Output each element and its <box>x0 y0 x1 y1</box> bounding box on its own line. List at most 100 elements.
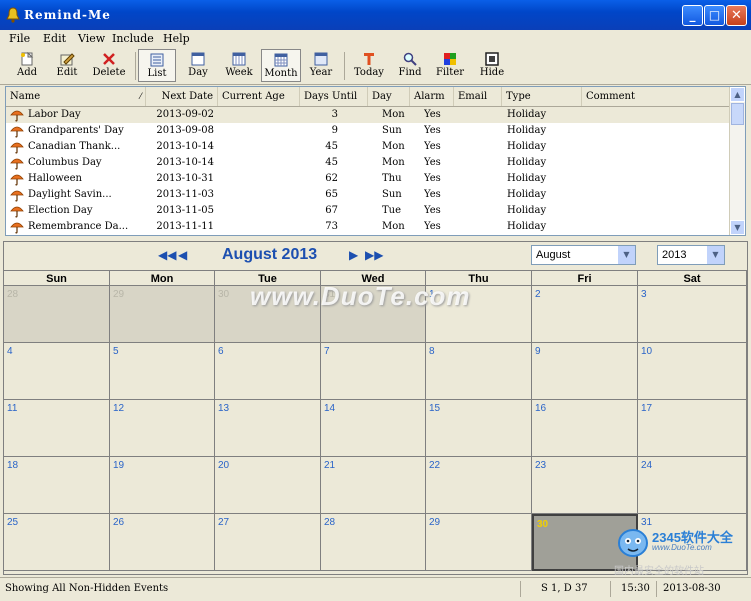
table-row[interactable]: Election Day 2013-11-05 67 Tue Yes Holiday <box>6 203 731 219</box>
cell-date: 2013-11-05 <box>156 205 214 216</box>
table-row[interactable]: Columbus Day 2013-10-14 45 Mon Yes Holiday <box>6 155 731 171</box>
week-view-button[interactable]: Week <box>220 49 258 82</box>
day-cell[interactable]: 9 <box>532 343 638 400</box>
table-row[interactable]: Daylight Savin... 2013-11-03 65 Sun Yes Holid… <box>6 187 731 203</box>
next-year-button[interactable]: ▶▶ <box>365 248 383 262</box>
cell-name: Halloween <box>28 173 82 184</box>
column-type[interactable]: Type <box>502 87 582 106</box>
column-day[interactable]: Day <box>368 87 410 106</box>
menu-view[interactable]: View <box>78 32 105 45</box>
day-cell[interactable]: 16 <box>532 400 638 457</box>
table-row[interactable]: Labor Day 2013-09-02 3 Mon Yes Holiday <box>6 107 731 123</box>
event-list[interactable]: Name ⁄ Next Date Current Age Days Until D… <box>5 86 746 236</box>
day-cell[interactable]: 27 <box>215 514 321 571</box>
day-number: 19 <box>113 460 125 471</box>
day-cell[interactable]: 28 <box>4 286 110 343</box>
today-button[interactable]: Today <box>350 49 388 82</box>
cell-type: Holiday <box>507 125 547 136</box>
filter-button[interactable]: Filter <box>430 49 470 82</box>
scroll-thumb[interactable] <box>731 103 744 125</box>
cell-day: Sun <box>382 189 402 200</box>
day-cell[interactable]: 8 <box>426 343 532 400</box>
day-cell[interactable]: 17 <box>638 400 747 457</box>
day-cell[interactable]: 3 <box>638 286 747 343</box>
year-select[interactable]: 2013 ▼ <box>657 245 725 265</box>
day-cell[interactable]: 19 <box>110 457 215 514</box>
menu-help[interactable]: Help <box>163 32 190 45</box>
hide-button[interactable]: Hide <box>476 49 508 82</box>
next-month-button[interactable]: ▶ <box>349 248 358 262</box>
find-button[interactable]: Find <box>394 49 426 82</box>
day-cell[interactable]: 11 <box>4 400 110 457</box>
day-cell[interactable]: 25 <box>4 514 110 571</box>
day-cell[interactable]: 22 <box>426 457 532 514</box>
prev-month-button[interactable]: ◀ <box>178 248 187 262</box>
day-cell[interactable]: 12 <box>110 400 215 457</box>
column-days-until[interactable]: Days Until <box>300 87 368 106</box>
day-cell[interactable]: 18 <box>4 457 110 514</box>
table-row[interactable]: Grandparents' Day 2013-09-08 9 Sun Yes Holida… <box>6 123 731 139</box>
table-row[interactable]: Halloween 2013-10-31 62 Thu Yes Holiday <box>6 171 731 187</box>
title-bar[interactable]: Remind-Me _ □ ✕ <box>0 0 751 30</box>
year-view-button[interactable]: Year <box>304 49 338 82</box>
toolbar-separator <box>344 52 345 80</box>
column-next-date[interactable]: Next Date <box>146 87 218 106</box>
month-view-button[interactable]: Month <box>261 49 301 82</box>
cell-date: 2013-10-31 <box>156 173 214 184</box>
day-cell[interactable]: 10 <box>638 343 747 400</box>
prev-year-button[interactable]: ◀◀ <box>158 248 176 262</box>
cell-alarm: Yes <box>424 221 441 232</box>
column-current-age[interactable]: Current Age <box>218 87 300 106</box>
month-icon <box>274 53 288 67</box>
column-name[interactable]: Name ⁄ <box>6 87 146 106</box>
menu-include[interactable]: Include <box>112 32 154 45</box>
column-alarm[interactable]: Alarm <box>410 87 454 106</box>
day-cell[interactable]: 21 <box>321 457 426 514</box>
column-comment[interactable]: Comment <box>582 87 731 106</box>
watermark: www.DuoTe.com <box>250 281 471 311</box>
maximize-button[interactable]: □ <box>704 5 725 26</box>
weekday-header: Fri <box>532 270 638 286</box>
day-cell[interactable]: 6 <box>215 343 321 400</box>
cell-date: 2013-10-14 <box>156 157 214 168</box>
table-row[interactable]: Remembrance Da... 2013-11-11 73 Mon Yes Holid… <box>6 219 731 235</box>
day-number: 5 <box>113 346 119 357</box>
day-cell[interactable]: 4 <box>4 343 110 400</box>
day-cell[interactable]: 29 <box>110 286 215 343</box>
menu-edit[interactable]: Edit <box>43 32 66 45</box>
day-cell[interactable]: 7 <box>321 343 426 400</box>
day-cell[interactable]: 14 <box>321 400 426 457</box>
day-cell[interactable]: 26 <box>110 514 215 571</box>
add-button[interactable]: Add <box>10 49 44 82</box>
day-cell[interactable]: 15 <box>426 400 532 457</box>
month-select[interactable]: August ▼ <box>531 245 636 265</box>
chevron-down-icon[interactable]: ▼ <box>706 246 724 264</box>
list-scrollbar[interactable]: ▲ ▼ <box>729 87 745 235</box>
day-number: 23 <box>535 460 547 471</box>
edit-button[interactable]: Edit <box>50 49 84 82</box>
day-cell[interactable]: 28 <box>321 514 426 571</box>
menu-file[interactable]: File <box>9 32 30 45</box>
day-cell[interactable]: 5 <box>110 343 215 400</box>
minimize-icon: _ <box>689 8 696 22</box>
day-cell[interactable]: 13 <box>215 400 321 457</box>
day-cell[interactable]: 20 <box>215 457 321 514</box>
day-view-button[interactable]: Day <box>180 49 216 82</box>
list-view-button[interactable]: List <box>138 49 176 82</box>
scroll-down-arrow[interactable]: ▼ <box>730 220 745 235</box>
day-cell[interactable]: 23 <box>532 457 638 514</box>
chevron-down-icon[interactable]: ▼ <box>617 246 635 264</box>
delete-button[interactable]: Delete <box>88 49 130 82</box>
day-cell[interactable]: 29 <box>426 514 532 571</box>
scroll-up-arrow[interactable]: ▲ <box>730 87 745 102</box>
cell-days-until: 65 <box>325 189 338 200</box>
column-email[interactable]: Email <box>454 87 502 106</box>
day-cell[interactable]: 24 <box>638 457 747 514</box>
maximize-icon: □ <box>708 8 721 22</box>
day-cell[interactable]: 2 <box>532 286 638 343</box>
close-button[interactable]: ✕ <box>726 5 747 26</box>
cell-name: Remembrance Da... <box>28 221 129 232</box>
minimize-button[interactable]: _ <box>682 5 703 26</box>
table-row[interactable]: Canadian Thank... 2013-10-14 45 Mon Yes Holid… <box>6 139 731 155</box>
toolbar: Add Edit Delete List Day Week Month Year… <box>0 48 751 85</box>
